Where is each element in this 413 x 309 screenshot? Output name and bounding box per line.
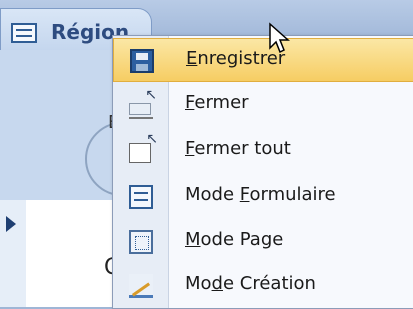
form-view-icon	[129, 185, 153, 209]
page-view-icon	[129, 230, 153, 254]
design-view-icon	[129, 274, 153, 298]
menu-item-label: Mode Création	[185, 273, 316, 294]
record-pointer-icon	[6, 216, 16, 232]
close-all-icon	[129, 131, 158, 163]
menu-item-label: Fermer	[185, 92, 249, 113]
context-menu: Enregistrer Fermer Fermer tout Mode Form…	[112, 35, 413, 309]
menu-item-design-view[interactable]: Mode Création	[113, 264, 413, 308]
form-icon	[11, 23, 37, 43]
menu-item-label: Mode Formulaire	[185, 184, 336, 205]
menu-item-form-view[interactable]: Mode Formulaire	[113, 175, 413, 219]
record-selector[interactable]	[0, 200, 27, 307]
close-icon	[129, 87, 157, 119]
menu-item-label: Mode Page	[185, 229, 284, 250]
menu-item-label: Fermer tout	[185, 138, 291, 159]
save-icon	[130, 49, 154, 73]
menu-item-page-view[interactable]: Mode Page	[113, 220, 413, 264]
mouse-pointer-icon	[269, 22, 290, 54]
menu-item-close-all[interactable]: Fermer tout	[113, 129, 413, 173]
menu-item-close[interactable]: Fermer	[113, 83, 413, 127]
menu-item-save[interactable]: Enregistrer	[113, 38, 413, 82]
